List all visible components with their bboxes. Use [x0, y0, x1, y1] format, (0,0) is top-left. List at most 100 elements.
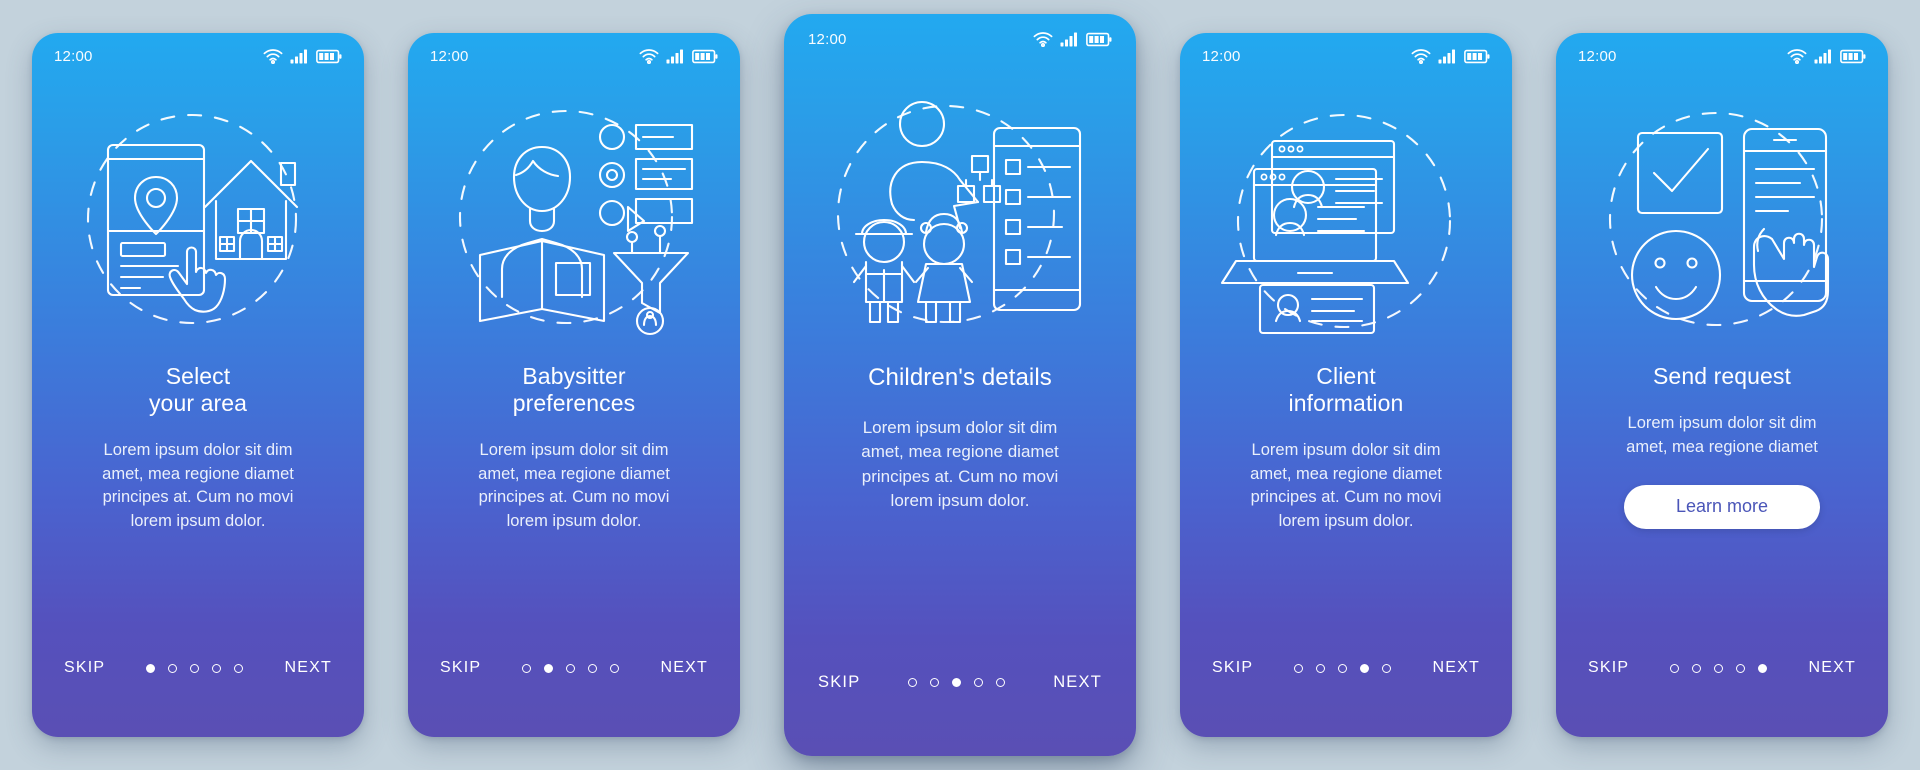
map-pin-phone-house-tap-icon — [86, 113, 299, 325]
screen-navigation: SKIP NEXT — [408, 655, 740, 681]
pagination-dot-3[interactable] — [952, 678, 962, 687]
pagination-dots — [1294, 663, 1392, 673]
wifi-icon — [1787, 48, 1807, 64]
illustration-woman-reading-options-filter-icon — [408, 85, 740, 357]
pagination-dot-4[interactable] — [1736, 663, 1746, 673]
pagination-dot-1[interactable] — [146, 663, 156, 673]
screen-body-text: Lorem ipsum dolor sit dim amet, mea regi… — [1626, 414, 1818, 456]
onboarding-screen-babysitter-preferences: 12:00 Babysitter preferences Lorem ipsum… — [408, 33, 740, 737]
status-icons-group — [263, 48, 342, 64]
screen-navigation: SKIP NEXT — [1180, 655, 1512, 681]
pagination-dot-4[interactable] — [1360, 663, 1370, 673]
woman-reading-options-filter-icon — [458, 109, 694, 336]
status-bar: 12:00 — [32, 33, 364, 79]
status-clock: 12:00 — [808, 30, 847, 48]
next-button[interactable]: NEXT — [1051, 669, 1104, 696]
pagination-dots — [146, 663, 244, 673]
pagination-dots — [908, 678, 1006, 687]
skip-button[interactable]: SKIP — [438, 655, 483, 681]
pagination-dot-5[interactable] — [996, 678, 1006, 687]
wifi-icon — [263, 48, 283, 64]
pagination-dot-4[interactable] — [974, 678, 984, 687]
pagination-dot-1[interactable] — [1670, 663, 1680, 673]
pagination-dot-2[interactable] — [930, 678, 940, 687]
pagination-dot-1[interactable] — [908, 678, 918, 687]
illustration-map-pin-phone-house-tap-icon — [32, 85, 364, 357]
pagination-dot-3[interactable] — [190, 663, 200, 673]
pagination-dot-3[interactable] — [1714, 663, 1724, 673]
status-clock: 12:00 — [430, 47, 469, 65]
status-icons-group — [639, 48, 718, 64]
screen-copy: Client information Lorem ipsum dolor sit… — [1180, 363, 1512, 533]
onboarding-screens-canvas: 12:00 Select your area Lorem ipsum dolor… — [0, 0, 1920, 770]
skip-button[interactable]: SKIP — [62, 655, 107, 681]
status-bar: 12:00 — [1180, 33, 1512, 79]
onboarding-screen-select-your-area: 12:00 Select your area Lorem ipsum dolor… — [32, 33, 364, 737]
skip-button[interactable]: SKIP — [1210, 655, 1255, 681]
cellular-signal-icon — [1814, 49, 1833, 64]
screen-title: Send request — [1652, 363, 1792, 389]
pagination-dots — [522, 663, 620, 673]
status-bar: 12:00 — [1556, 33, 1888, 79]
battery-icon — [1086, 32, 1112, 47]
pagination-dot-5[interactable] — [234, 663, 244, 673]
onboarding-screen-childrens-details: 12:00 Children's details Lorem ipsum dol… — [784, 14, 1136, 756]
wifi-icon — [1411, 48, 1431, 64]
cellular-signal-icon — [666, 49, 685, 64]
pagination-dot-5[interactable] — [1382, 663, 1392, 673]
pagination-dot-5[interactable] — [1758, 663, 1768, 673]
screen-navigation: SKIP NEXT — [32, 655, 364, 681]
pagination-dot-1[interactable] — [1294, 663, 1304, 673]
screen-body-text: Lorem ipsum dolor sit dim amet, mea regi… — [478, 441, 670, 530]
pagination-dot-2[interactable] — [1316, 663, 1326, 673]
pagination-dots — [1670, 663, 1768, 673]
pagination-dot-5[interactable] — [610, 663, 620, 673]
screen-title: Children's details — [868, 364, 1052, 391]
pagination-dot-3[interactable] — [566, 663, 576, 673]
screen-navigation: SKIP NEXT — [784, 669, 1136, 696]
illustration-laptop-profile-card-icon — [1180, 85, 1512, 357]
screen-copy: Send request Lorem ipsum dolor sit dim a… — [1556, 363, 1888, 529]
cellular-signal-icon — [290, 49, 309, 64]
laptop-profile-card-icon — [1220, 113, 1452, 335]
screen-title: Client information — [1288, 363, 1404, 417]
screen-copy: Select your area Lorem ipsum dolor sit d… — [32, 363, 364, 533]
screen-body-text: Lorem ipsum dolor sit dim amet, mea regi… — [102, 441, 294, 530]
pagination-dot-3[interactable] — [1338, 663, 1348, 673]
pagination-dot-2[interactable] — [1692, 663, 1702, 673]
learn-more-button[interactable]: Learn more — [1624, 484, 1820, 529]
next-button[interactable]: NEXT — [1807, 655, 1858, 681]
phone-screens-rail: 12:00 Select your area Lorem ipsum dolor… — [0, 0, 1920, 770]
pagination-dot-4[interactable] — [212, 663, 222, 673]
parent-children-form-tablet-icon — [836, 100, 1082, 324]
next-button[interactable]: NEXT — [283, 655, 334, 681]
pagination-dot-2[interactable] — [168, 663, 178, 673]
next-button[interactable]: NEXT — [659, 655, 710, 681]
status-icons-group — [1787, 48, 1866, 64]
pagination-dot-2[interactable] — [544, 663, 554, 673]
skip-button[interactable]: SKIP — [1586, 655, 1631, 681]
onboarding-screen-send-request: 12:00 Send request Lorem ipsum dolor sit… — [1556, 33, 1888, 737]
wifi-icon — [639, 48, 659, 64]
skip-button[interactable]: SKIP — [816, 669, 862, 696]
checkbox-smiley-phone-tap-icon — [1608, 111, 1830, 327]
battery-icon — [692, 49, 718, 64]
status-bar: 12:00 — [408, 33, 740, 79]
next-button[interactable]: NEXT — [1431, 655, 1482, 681]
cellular-signal-icon — [1060, 32, 1079, 47]
screen-copy: Babysitter preferences Lorem ipsum dolor… — [408, 363, 740, 533]
screen-title: Select your area — [148, 363, 248, 417]
screen-body-text: Lorem ipsum dolor sit dim amet, mea regi… — [861, 418, 1059, 510]
screen-title: Babysitter preferences — [512, 363, 636, 417]
status-clock: 12:00 — [54, 47, 93, 65]
pagination-dot-1[interactable] — [522, 663, 532, 673]
screen-body-text: Lorem ipsum dolor sit dim amet, mea regi… — [1250, 441, 1442, 530]
status-clock: 12:00 — [1578, 47, 1617, 65]
battery-icon — [1464, 49, 1490, 64]
battery-icon — [316, 49, 342, 64]
status-icons-group — [1411, 48, 1490, 64]
status-icons-group — [1033, 31, 1112, 47]
screen-copy: Children's details Lorem ipsum dolor sit… — [784, 364, 1136, 513]
cellular-signal-icon — [1438, 49, 1457, 64]
pagination-dot-4[interactable] — [588, 663, 598, 673]
